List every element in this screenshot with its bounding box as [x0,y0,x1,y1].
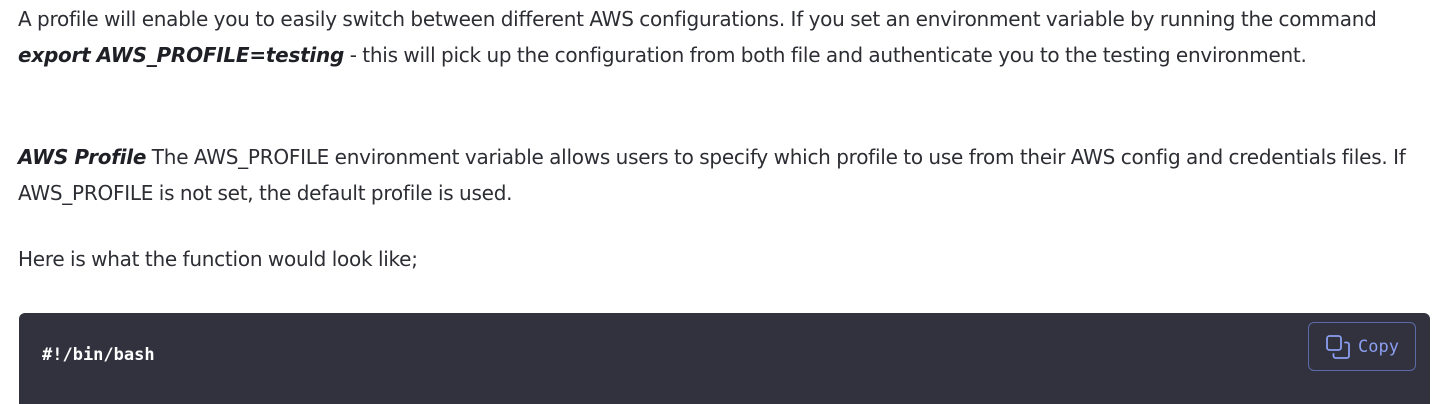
intro-text-end: - this will pick up the configuration fr… [344,43,1307,67]
aws-profile-term: AWS Profile [18,145,147,169]
export-command-emphasis: export AWS_PROFILE=testing [18,43,345,67]
copy-button-label: Copy [1358,336,1399,357]
copy-icon [1325,334,1351,360]
aws-profile-paragraph: AWS Profile The AWS_PROFILE environment … [18,139,1418,211]
intro-paragraph: A profile will enable you to easily swit… [18,1,1418,73]
function-intro-paragraph: Here is what the function would look lik… [18,241,1418,277]
code-block: #!/bin/bash Copy [19,313,1430,404]
code-line-shebang[interactable]: #!/bin/bash [42,345,155,365]
intro-text-start: A profile will enable you to easily swit… [18,7,1377,31]
function-intro-text: Here is what the function would look lik… [18,247,418,271]
aws-profile-description: The AWS_PROFILE environment variable all… [18,145,1406,205]
copy-button[interactable]: Copy [1308,322,1416,371]
